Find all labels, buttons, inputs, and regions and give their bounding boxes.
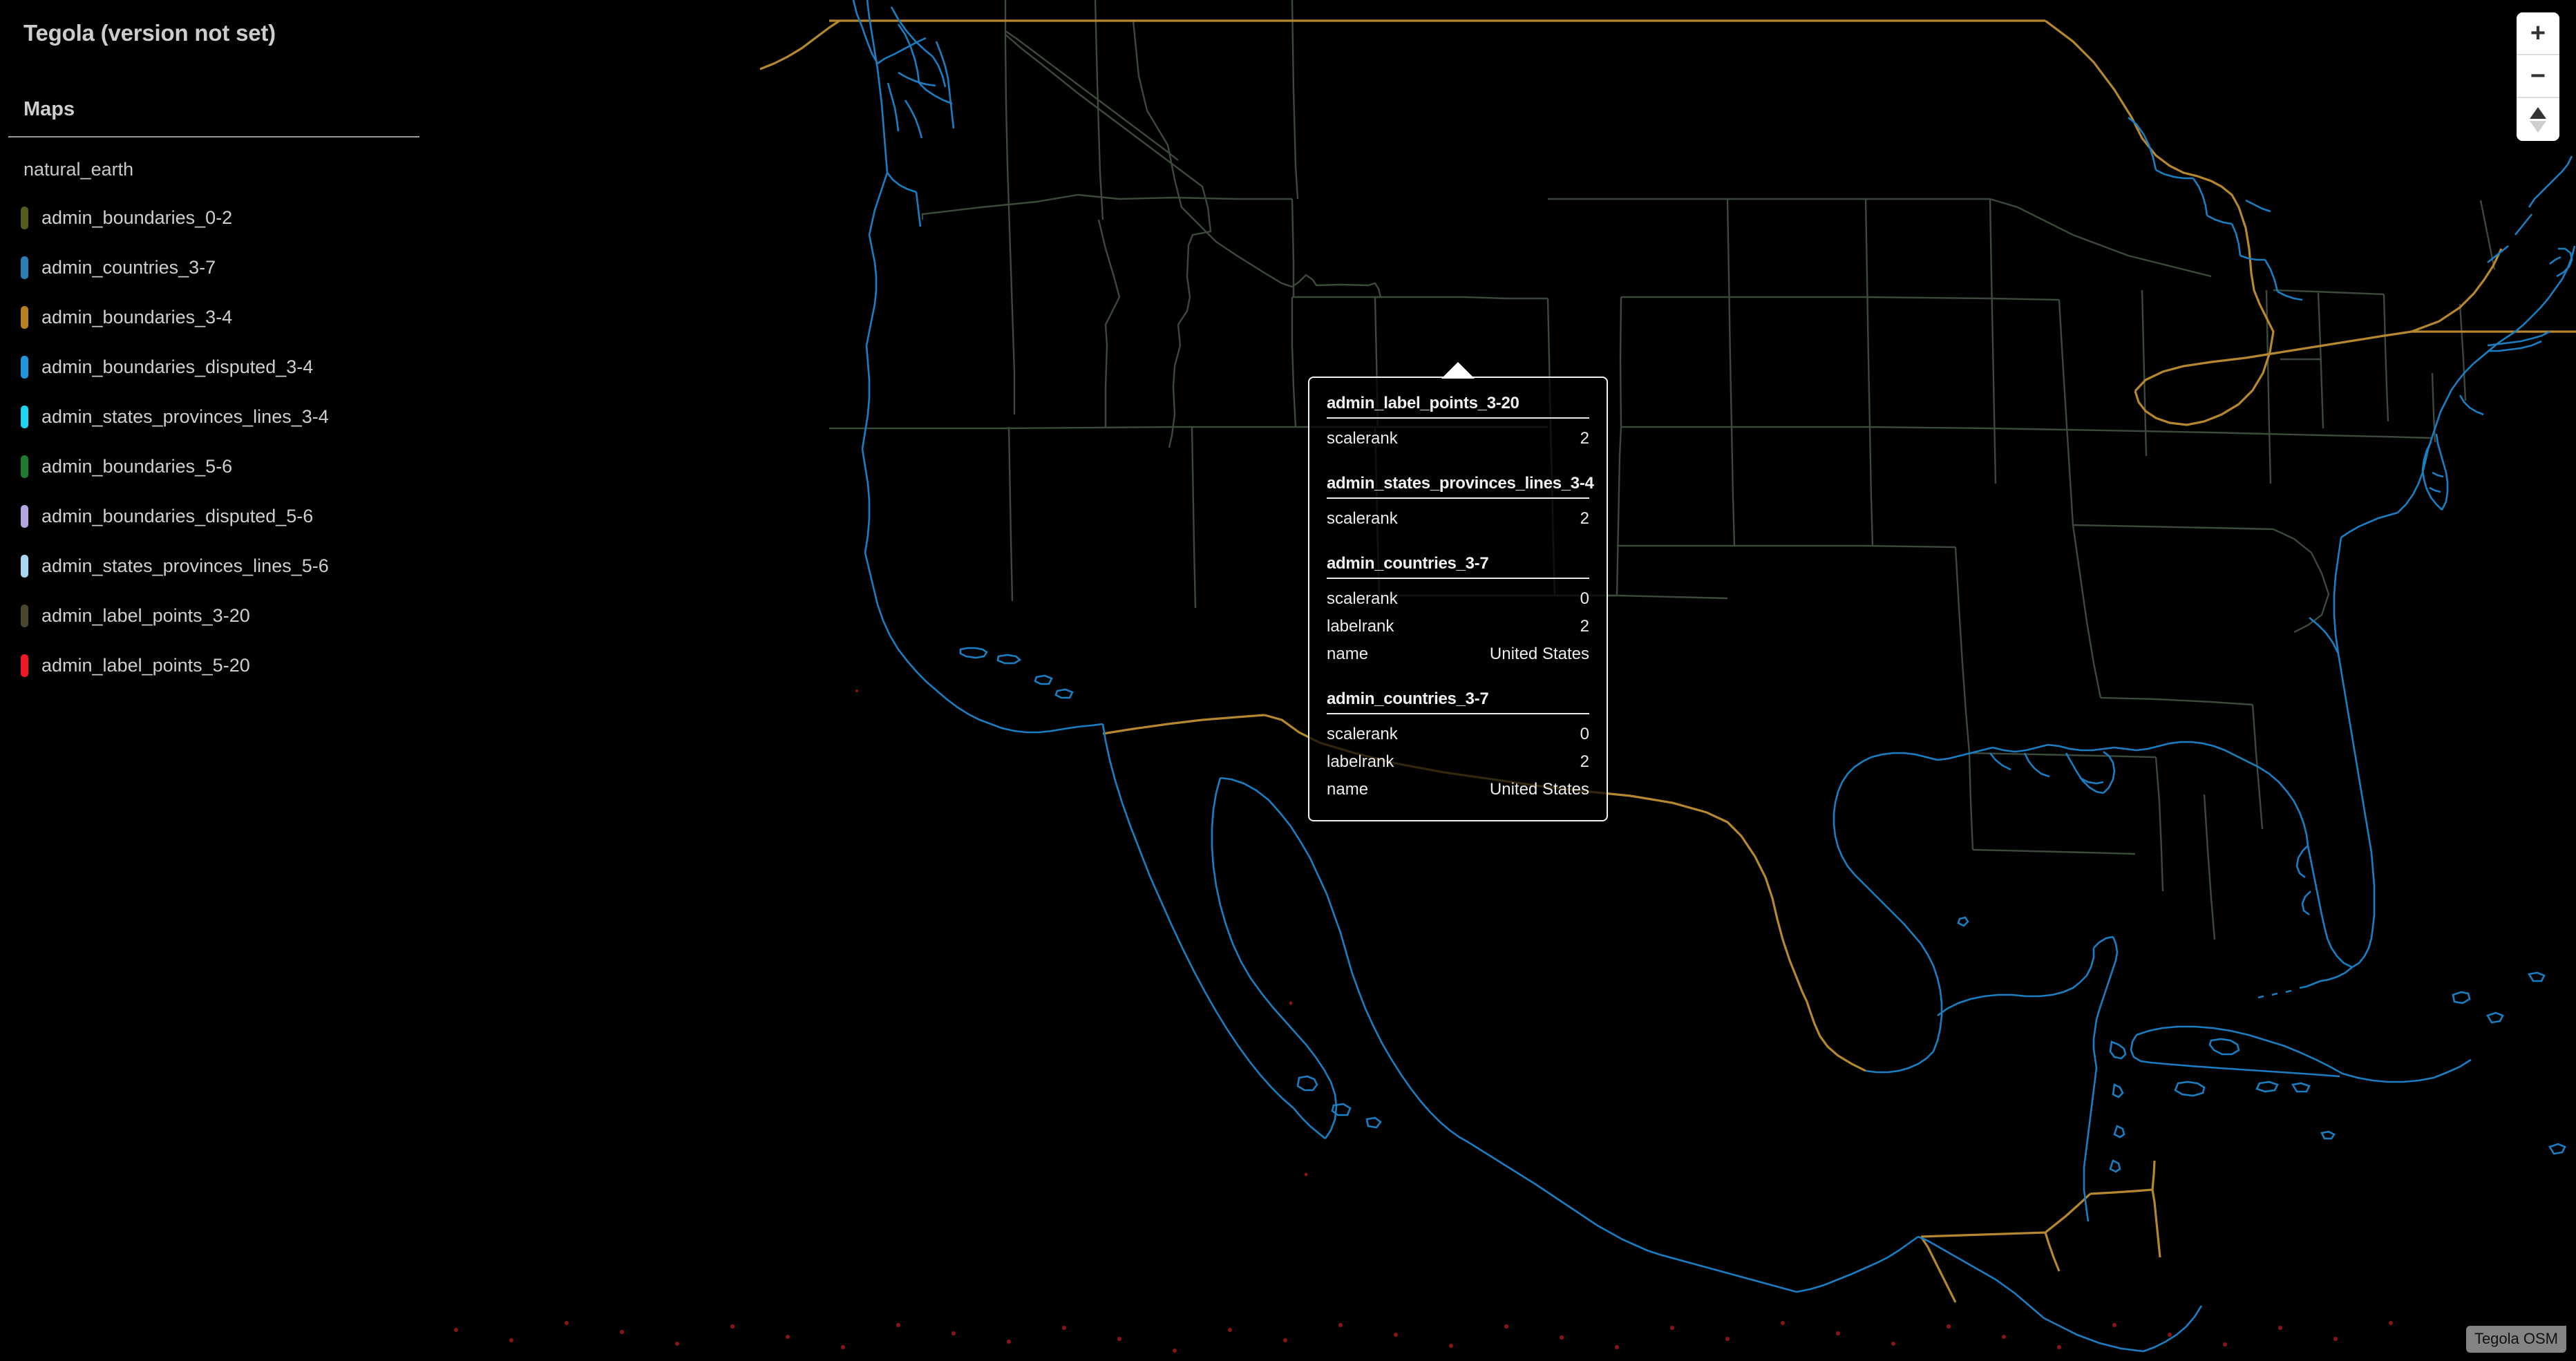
popup-section-title: admin_states_provinces_lines_3-4 <box>1327 474 1594 493</box>
layer-color-swatch <box>21 654 28 677</box>
popup-section-rule <box>1327 578 1589 579</box>
popup-property-row: name United States <box>1327 640 1589 668</box>
layer-label: admin_states_provinces_lines_3-4 <box>41 406 329 427</box>
popup-section-title: admin_countries_3-7 <box>1327 554 1489 573</box>
pitch-toggle-button[interactable] <box>2517 98 2559 141</box>
state-borders-layer <box>829 0 2496 940</box>
layer-color-swatch <box>21 355 28 379</box>
layer-item[interactable]: admin_boundaries_disputed_5-6 <box>0 491 428 541</box>
maps-heading: Maps <box>23 98 75 120</box>
layer-item[interactable]: admin_boundaries_0-2 <box>0 193 428 242</box>
popup-property-key: name <box>1327 780 1369 799</box>
popup-property-row: scalerank 0 <box>1327 721 1589 748</box>
popup-property-value: United States <box>1489 780 1589 799</box>
layer-label: admin_boundaries_5-6 <box>41 456 233 477</box>
popup-property-value: 2 <box>1580 752 1589 771</box>
popup-arrow-icon <box>1441 362 1475 379</box>
popup-property-key: labelrank <box>1327 752 1394 771</box>
layer-color-swatch <box>21 256 28 279</box>
popup-section-rule <box>1327 497 1589 499</box>
layer-color-swatch <box>21 504 28 528</box>
popup-property-row: name United States <box>1327 776 1589 803</box>
popup-property-key: scalerank <box>1327 429 1398 448</box>
popup-property-row: labelrank 2 <box>1327 748 1589 776</box>
layer-item[interactable]: admin_boundaries_3-4 <box>0 292 428 342</box>
coastline-layer <box>852 0 2576 1353</box>
pitch-icon <box>2530 106 2546 133</box>
popup-property-value: 0 <box>1580 725 1589 743</box>
layer-color-swatch <box>21 455 28 478</box>
popup-section-title: admin_label_points_3-20 <box>1327 394 1519 412</box>
layer-label: admin_boundaries_0-2 <box>41 207 233 228</box>
layer-color-swatch <box>21 405 28 428</box>
triangle-up-icon <box>2530 106 2546 119</box>
layer-label: admin_boundaries_3-4 <box>41 307 233 327</box>
popup-section: admin_countries_3-7 scalerank 0 labelrank 2 n… <box>1327 553 1589 668</box>
popup-section-gap <box>1327 538 1589 553</box>
minus-icon: − <box>2530 61 2546 91</box>
layer-label: admin_label_points_3-20 <box>41 605 250 626</box>
layer-item[interactable]: admin_states_provinces_lines_5-6 <box>0 541 428 591</box>
country-borders-layer <box>759 19 2576 1303</box>
layer-item[interactable]: admin_states_provinces_lines_3-4 <box>0 392 428 441</box>
zoom-out-button[interactable]: − <box>2517 55 2559 98</box>
layer-item[interactable]: admin_boundaries_5-6 <box>0 441 428 491</box>
popup-property-key: scalerank <box>1327 725 1398 743</box>
layer-color-swatch <box>21 554 28 578</box>
layer-color-swatch <box>21 305 28 329</box>
popup-section: admin_states_provinces_lines_3-4 scaleran… <box>1327 473 1594 533</box>
feature-info-popup[interactable]: admin_label_points_3-20 scalerank 2 admin_s… <box>1308 362 1608 821</box>
layer-item[interactable]: admin_countries_3-7 <box>0 242 428 292</box>
popup-property-row: labelrank 2 <box>1327 613 1589 640</box>
layer-label: admin_boundaries_disputed_5-6 <box>41 506 314 526</box>
popup-property-key: scalerank <box>1327 589 1398 608</box>
popup-property-row: scalerank 2 <box>1327 505 1589 533</box>
layer-label: admin_boundaries_disputed_3-4 <box>41 356 314 377</box>
map-navigation-controls[interactable]: + − <box>2517 12 2559 141</box>
popup-section-gap <box>1327 458 1589 473</box>
tegola-map-viewer: Tegola (version not set) Maps natural_ea… <box>0 0 2576 1361</box>
app-title: Tegola (version not set) <box>23 20 276 46</box>
popup-section-gap <box>1327 674 1589 689</box>
layer-label: admin_states_provinces_lines_5-6 <box>41 555 329 576</box>
popup-body: admin_label_points_3-20 scalerank 2 admin_s… <box>1327 393 1594 803</box>
popup-property-value: 2 <box>1580 509 1589 528</box>
popup-property-row: scalerank 0 <box>1327 585 1589 613</box>
zoom-in-button[interactable]: + <box>2517 12 2559 55</box>
layer-color-swatch <box>21 604 28 627</box>
layer-label: admin_label_points_5-20 <box>41 655 250 676</box>
layer-list: admin_boundaries_0-2 admin_countries_3-7a… <box>0 193 428 690</box>
popup-property-key: labelrank <box>1327 617 1394 636</box>
popup-property-key: name <box>1327 645 1369 663</box>
layer-item[interactable]: admin_boundaries_disputed_3-4 <box>0 342 428 392</box>
layer-item[interactable]: admin_label_points_5-20 <box>0 640 428 690</box>
layer-color-swatch <box>21 206 28 229</box>
layer-item[interactable]: admin_label_points_3-20 <box>0 591 428 640</box>
popup-property-row: scalerank 2 <box>1327 425 1589 453</box>
popup-property-value: United States <box>1489 645 1589 663</box>
popup-section-title: admin_countries_3-7 <box>1327 689 1489 708</box>
plus-icon: + <box>2530 19 2546 48</box>
popup-section: admin_label_points_3-20 scalerank 2 <box>1327 393 1589 453</box>
popup-property-value: 2 <box>1580 617 1589 636</box>
popup-property-value: 0 <box>1580 589 1589 608</box>
popup-property-key: scalerank <box>1327 509 1398 528</box>
popup-section: admin_countries_3-7 scalerank 0 labelrank 2 n… <box>1327 689 1589 803</box>
popup-section-rule <box>1327 417 1589 419</box>
layer-label: admin_countries_3-7 <box>41 257 216 278</box>
sidebar: Tegola (version not set) Maps natural_ea… <box>0 0 428 1361</box>
popup-property-value: 2 <box>1580 429 1589 448</box>
map-attribution[interactable]: Tegola OSM <box>2465 1326 2566 1353</box>
triangle-down-icon <box>2530 120 2546 133</box>
popup-section-rule <box>1327 713 1589 714</box>
map-group-name[interactable]: natural_earth <box>0 137 428 180</box>
